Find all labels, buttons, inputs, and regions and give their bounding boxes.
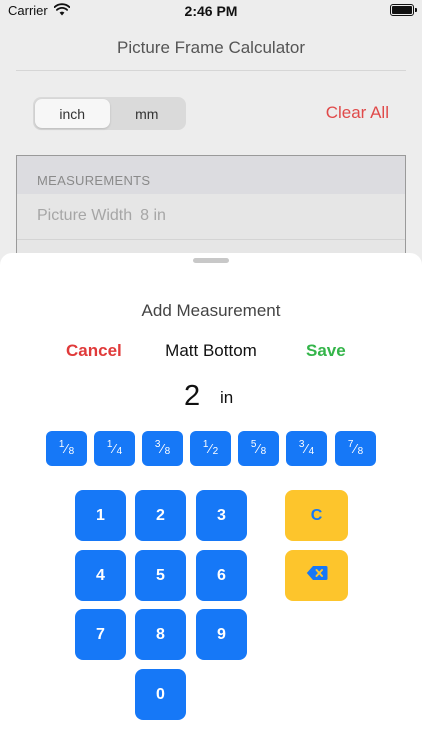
key-3[interactable]: 3 bbox=[196, 490, 247, 541]
fraction-denominator: 8 bbox=[357, 446, 364, 457]
fraction-button-1-2[interactable]: 1 ⁄ 2 bbox=[190, 431, 231, 466]
status-bar: Carrier 2:46 PM bbox=[0, 0, 422, 22]
fraction-denominator: 8 bbox=[164, 446, 171, 457]
backspace-key[interactable] bbox=[285, 550, 348, 601]
page-title: Picture Frame Calculator bbox=[116, 38, 305, 57]
fraction-numerator: 3 bbox=[154, 439, 161, 450]
fraction-numerator: 1 bbox=[58, 439, 65, 450]
key-6[interactable]: 6 bbox=[196, 550, 247, 601]
key-7[interactable]: 7 bbox=[75, 609, 126, 660]
key-1[interactable]: 1 bbox=[75, 490, 126, 541]
fraction-numerator: 1 bbox=[106, 439, 113, 450]
fraction-button-1-8[interactable]: 1 ⁄ 8 bbox=[46, 431, 87, 466]
amount-display: 2 bbox=[184, 380, 201, 412]
unit-option-inch[interactable]: inch bbox=[35, 99, 110, 128]
measurement-label: Picture Width bbox=[37, 207, 133, 224]
sheet-title: Add Measurement bbox=[141, 301, 281, 320]
save-button[interactable]: Save bbox=[306, 341, 346, 361]
fraction-numerator: 5 bbox=[250, 439, 257, 450]
key-8[interactable]: 8 bbox=[135, 609, 186, 660]
key-0[interactable]: 0 bbox=[135, 669, 186, 720]
backspace-icon bbox=[306, 565, 328, 586]
fraction-denominator: 4 bbox=[308, 446, 315, 457]
fraction-button-7-8[interactable]: 7 ⁄ 8 bbox=[335, 431, 376, 466]
fraction-button-1-4[interactable]: 1 ⁄ 4 bbox=[94, 431, 135, 466]
measurement-row[interactable]: Picture Width 8 in bbox=[17, 194, 405, 240]
fraction-button-3-4[interactable]: 3 ⁄ 4 bbox=[286, 431, 327, 466]
unit-display: in bbox=[220, 388, 234, 407]
sheet-grabber[interactable] bbox=[193, 258, 229, 263]
cancel-button[interactable]: Cancel bbox=[66, 341, 122, 361]
key-5[interactable]: 5 bbox=[135, 550, 186, 601]
battery-icon bbox=[390, 4, 417, 16]
fraction-denominator: 8 bbox=[68, 446, 75, 457]
status-time: 2:46 PM bbox=[184, 3, 238, 19]
key-9[interactable]: 9 bbox=[196, 609, 247, 660]
unit-segmented-control[interactable]: inch mm bbox=[33, 97, 186, 130]
measurement-value: 8 in bbox=[140, 207, 166, 224]
measurements-header: MEASUREMENTS bbox=[17, 156, 405, 194]
key-2[interactable]: 2 bbox=[135, 490, 186, 541]
fraction-numerator: 7 bbox=[347, 439, 354, 450]
clear-key[interactable]: C bbox=[285, 490, 348, 541]
fraction-numerator: 3 bbox=[298, 439, 305, 450]
add-measurement-sheet: Add Measurement Matt Bottom Cancel Save … bbox=[0, 253, 422, 750]
clear-all-button[interactable]: Clear All bbox=[326, 103, 389, 123]
field-name: Matt Bottom bbox=[165, 341, 257, 360]
key-4[interactable]: 4 bbox=[75, 550, 126, 601]
nav-divider bbox=[16, 70, 406, 71]
fraction-denominator: 4 bbox=[116, 446, 123, 457]
fraction-denominator: 8 bbox=[260, 446, 267, 457]
unit-option-mm[interactable]: mm bbox=[110, 99, 185, 128]
fraction-button-3-8[interactable]: 3 ⁄ 8 bbox=[142, 431, 183, 466]
fraction-numerator: 1 bbox=[202, 439, 209, 450]
fraction-button-5-8[interactable]: 5 ⁄ 8 bbox=[238, 431, 279, 466]
fraction-denominator: 2 bbox=[212, 446, 219, 457]
